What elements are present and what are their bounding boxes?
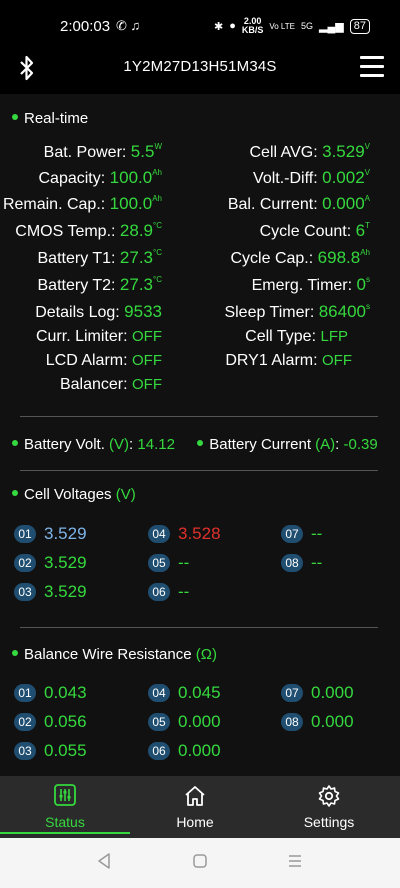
nav-status[interactable]: Status	[0, 776, 130, 838]
gear-icon	[318, 785, 340, 807]
menu-icon[interactable]	[360, 56, 384, 78]
wire-resistance: 01 0.043	[14, 682, 87, 704]
remain-cap-row: Remain. Cap.: 100.0Ah	[2, 194, 162, 213]
network-speed: 2.00 KB/S	[241, 16, 264, 35]
battery-icon: 87	[349, 18, 370, 34]
battery-current-label: Battery Current	[209, 436, 311, 453]
cycle-cap-row: Cycle Cap.: 698.8Ah	[230, 248, 371, 267]
battery-volt-unit: (V)	[109, 436, 130, 453]
wire-resistance: 02 0.056	[14, 711, 87, 733]
cell-voltage: 02 3.529	[14, 552, 87, 574]
back-icon[interactable]	[96, 852, 112, 870]
cell-voltages-heading: Cell Voltages (V)	[12, 486, 136, 503]
wire-resistance: 06 0.000	[148, 740, 221, 762]
cell-type-row: Cell Type: LFP	[245, 328, 348, 345]
divider	[20, 470, 378, 471]
cell-voltage: 03 3.529	[14, 581, 87, 603]
dry1-alarm-row: DRY1 Alarm: OFF	[225, 352, 352, 369]
cycle-count-row: Cycle Count: 6T	[259, 221, 370, 240]
recents-icon[interactable]	[287, 852, 303, 870]
divider	[20, 627, 378, 628]
cell-voltage: 04 3.528	[148, 523, 221, 545]
curr-limiter-row: Curr. Limiter: OFF	[35, 328, 162, 345]
nav-settings-label: Settings	[303, 814, 355, 830]
battery-t1-row: Battery T1: 27.3°C	[37, 248, 163, 267]
wire-resistance: 05 0.000	[148, 711, 221, 733]
cell-voltage: 01 3.529	[14, 523, 87, 545]
cmos-temp-row: CMOS Temp.: 28.9°C	[15, 221, 162, 240]
cell-voltage: 05 --	[148, 552, 189, 574]
home-icon	[185, 786, 205, 806]
battery-summary: Battery Volt. (V): 14.12 Battery Current…	[12, 436, 378, 453]
uptime-title: 1Y2M27D13H51M34S	[123, 58, 277, 75]
app-bar: 1Y2M27D13H51M34S	[0, 52, 400, 94]
bat-power-row: Bat. Power: 5.5W	[43, 142, 162, 161]
signal-bars-icon: ▂▄▆	[319, 20, 344, 33]
notification-icons: ✆ ♫	[116, 18, 141, 33]
details-log-row[interactable]: Details Log: 9533	[35, 302, 162, 322]
sliders-icon	[54, 784, 76, 806]
location-icon: ●	[229, 20, 236, 32]
wire-resistance: 03 0.055	[14, 740, 87, 762]
bottom-nav: Status Home Settings	[0, 776, 400, 838]
battery-t2-row: Battery T2: 27.3°C	[37, 275, 163, 294]
nav-home-label: Home	[176, 814, 214, 830]
emerg-timer-row: Emerg. Timer: 0s	[251, 275, 370, 294]
nav-status-label: Status	[45, 814, 85, 830]
divider	[20, 416, 378, 417]
sleep-timer-row: Sleep Timer: 86400s	[224, 302, 370, 321]
bal-current-row: Bal. Current: 0.000A	[227, 194, 370, 213]
volt-diff-row: Volt.-Diff: 0.002V	[253, 168, 370, 187]
capacity-row: Capacity: 100.0Ah	[38, 168, 163, 187]
clock: 2:00:03	[60, 18, 111, 35]
status-bar: 2:00:03 ✆ ♫ ✱ ● 2.00 KB/S Vo LTE 5G ▂▄▆ 8…	[0, 0, 400, 52]
battery-current-value: -0.39	[343, 436, 378, 453]
wire-resistance: 07 0.000	[281, 682, 354, 704]
system-nav-bar	[0, 838, 400, 888]
battery-current-unit: (A)	[315, 436, 336, 453]
wire-resistance: 08 0.000	[281, 711, 354, 733]
status-content: Real-time Bat. Power: 5.5W Capacity: 100…	[0, 94, 400, 776]
nav-settings[interactable]: Settings	[264, 776, 394, 838]
wire-resistance: 04 0.045	[148, 682, 221, 704]
nav-home[interactable]: Home	[130, 776, 260, 838]
cell-avg-row: Cell AVG: 3.529V	[249, 142, 370, 161]
battery-volt-label: Battery Volt.	[24, 436, 105, 453]
signal-icon: 5G	[301, 21, 314, 31]
cell-voltage: 08 --	[281, 552, 322, 574]
realtime-heading: Real-time	[12, 110, 88, 127]
bluetooth-status-icon: ✱	[213, 20, 224, 33]
balance-wire-heading: Balance Wire Resistance (Ω)	[12, 646, 217, 663]
volte-icon: Vo LTE	[269, 21, 296, 31]
active-tab-indicator	[0, 832, 130, 834]
status-icons: ✱ ● 2.00 KB/S Vo LTE 5G ▂▄▆ 87	[214, 17, 370, 35]
cell-voltage: 07 --	[281, 523, 322, 545]
home-square-icon[interactable]	[192, 852, 208, 870]
balancer-row: Balancer: OFF	[59, 376, 162, 393]
battery-volt-value: 14.12	[137, 436, 175, 453]
cell-voltage: 06 --	[148, 581, 189, 603]
lcd-alarm-row: LCD Alarm: OFF	[45, 352, 162, 369]
